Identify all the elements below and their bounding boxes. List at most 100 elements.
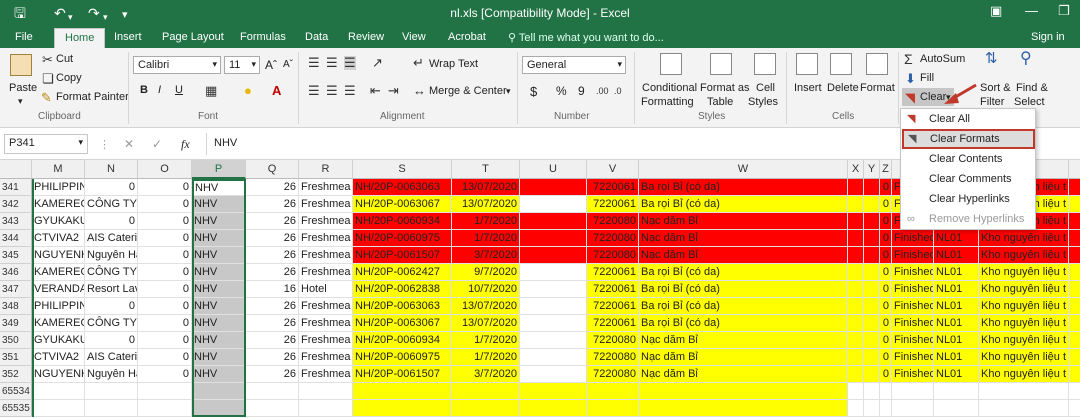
table-cell[interactable]: 0 [138, 349, 192, 366]
find-select-label[interactable]: Select [1014, 96, 1045, 108]
table-cell[interactable] [1069, 315, 1080, 332]
column-header-y[interactable]: Y [864, 160, 880, 179]
table-cell[interactable]: Finished [892, 247, 934, 264]
table-cell[interactable] [520, 196, 587, 213]
bottom-align-icon[interactable]: ☰ [344, 56, 356, 70]
table-cell[interactable]: 7220080 [587, 366, 639, 383]
table-cell[interactable] [299, 383, 353, 400]
table-cell[interactable]: VERANDA [32, 281, 85, 298]
table-cell[interactable]: Kho nguyên liệu t [979, 366, 1069, 383]
table-cell[interactable]: NH/20P-0060934 [353, 213, 452, 230]
table-cell[interactable] [848, 264, 864, 281]
table-cell[interactable]: AIS Caterii [85, 230, 138, 247]
table-cell[interactable]: Nạc dăm Bỉ [639, 332, 848, 349]
align-right-icon[interactable]: ☰ [344, 84, 356, 98]
find-select-icon[interactable]: ⚲ [1020, 51, 1032, 67]
table-cell[interactable]: 0 [880, 264, 892, 281]
table-cell[interactable]: Nạc dăm Bỉ [639, 366, 848, 383]
cell-styles-label[interactable]: Styles [748, 96, 778, 108]
table-cell[interactable]: 7220061 [587, 264, 639, 281]
table-cell[interactable]: Kho nguyên liệu t [979, 349, 1069, 366]
table-cell[interactable]: NH/20P-0062838 [353, 281, 452, 298]
conditional-formatting-label[interactable]: Formatting [641, 96, 694, 108]
clear-formats-item[interactable]: ◥ Clear Formats [902, 129, 1035, 149]
table-cell[interactable]: 0 [880, 247, 892, 264]
table-cell[interactable]: NHV [192, 281, 246, 298]
table-cell[interactable] [979, 400, 1069, 417]
table-cell[interactable]: NL01 [934, 247, 979, 264]
column-header-x[interactable]: X [848, 160, 864, 179]
table-cell[interactable]: Freshmea [299, 230, 353, 247]
table-cell[interactable]: NL01 [934, 349, 979, 366]
table-cell[interactable] [934, 383, 979, 400]
increase-decimal-icon[interactable]: .00 [596, 84, 609, 98]
clear-hyperlinks-item[interactable]: Clear Hyperlinks [901, 189, 1035, 209]
table-cell[interactable] [520, 349, 587, 366]
table-cell[interactable]: 0 [880, 196, 892, 213]
row-header[interactable]: 343 [0, 213, 32, 230]
table-cell[interactable]: Kho nguyên liệu t [979, 332, 1069, 349]
row-header[interactable]: 347 [0, 281, 32, 298]
fill-button[interactable]: Fill [920, 72, 934, 84]
table-cell[interactable] [192, 400, 246, 417]
table-cell[interactable]: 7220061 [587, 281, 639, 298]
table-cell[interactable] [892, 383, 934, 400]
table-cell[interactable]: CÔNG TY T [85, 315, 138, 332]
table-cell[interactable] [848, 315, 864, 332]
table-cell[interactable] [1069, 230, 1080, 247]
table-cell[interactable]: GYUKAKU: [32, 332, 85, 349]
table-cell[interactable]: Finished [892, 230, 934, 247]
find-select-button[interactable]: Find & [1016, 82, 1048, 94]
table-cell[interactable] [520, 179, 587, 196]
column-header-t[interactable]: T [452, 160, 520, 179]
table-cell[interactable] [520, 230, 587, 247]
table-cell[interactable]: Freshmea [299, 196, 353, 213]
table-cell[interactable] [848, 383, 864, 400]
table-cell[interactable]: 26 [246, 349, 299, 366]
merge-center-button[interactable]: Merge & Center [429, 85, 507, 97]
row-header[interactable]: 349 [0, 315, 32, 332]
table-cell[interactable]: Freshmea [299, 349, 353, 366]
insert-function-button[interactable]: fx [181, 137, 190, 152]
table-cell[interactable]: NHV [192, 298, 246, 315]
table-cell[interactable]: 0 [138, 281, 192, 298]
middle-align-icon[interactable]: ☰ [326, 56, 338, 70]
table-cell[interactable]: 1/7/2020 [452, 213, 520, 230]
delete-cells-button[interactable]: Delete [827, 82, 859, 94]
table-cell[interactable]: Ba rọi Bỉ (có da) [639, 298, 848, 315]
table-cell[interactable] [520, 315, 587, 332]
table-cell[interactable] [864, 213, 880, 230]
insert-cells-icon[interactable] [796, 53, 818, 75]
percent-button[interactable]: % [556, 84, 567, 98]
tab-data[interactable]: Data [305, 31, 328, 43]
table-cell[interactable]: 0 [880, 179, 892, 196]
table-cell[interactable]: NL01 [934, 230, 979, 247]
table-cell[interactable]: 10/7/2020 [452, 281, 520, 298]
table-cell[interactable]: NHV [192, 332, 246, 349]
table-cell[interactable]: Hotel [299, 281, 353, 298]
table-cell[interactable]: 0 [138, 230, 192, 247]
table-cell[interactable]: 0 [880, 332, 892, 349]
table-cell[interactable]: NHV [192, 366, 246, 383]
format-painter-button[interactable]: Format Painter [56, 91, 129, 103]
active-cell[interactable]: NHV [194, 181, 244, 195]
table-cell[interactable]: NHV [192, 315, 246, 332]
table-cell[interactable]: 16 [246, 281, 299, 298]
table-cell[interactable]: 0 [880, 349, 892, 366]
table-cell[interactable]: Ba rọi Bỉ (có da) [639, 179, 848, 196]
table-cell[interactable]: 0 [880, 213, 892, 230]
table-cell[interactable]: 26 [246, 230, 299, 247]
table-cell[interactable] [353, 400, 452, 417]
table-cell[interactable] [353, 383, 452, 400]
table-cell[interactable]: Freshmea [299, 179, 353, 196]
table-cell[interactable]: NH/20P-0060975 [353, 349, 452, 366]
table-cell[interactable]: Resort Lav [85, 281, 138, 298]
table-cell[interactable] [520, 400, 587, 417]
table-cell[interactable]: NHV [192, 247, 246, 264]
table-cell[interactable]: KAMEREO [32, 264, 85, 281]
table-cell[interactable]: 0 [138, 298, 192, 315]
minimize-icon[interactable]: — [1025, 3, 1038, 18]
table-cell[interactable] [1069, 383, 1080, 400]
table-cell[interactable]: 7220061 [587, 315, 639, 332]
table-cell[interactable] [520, 213, 587, 230]
